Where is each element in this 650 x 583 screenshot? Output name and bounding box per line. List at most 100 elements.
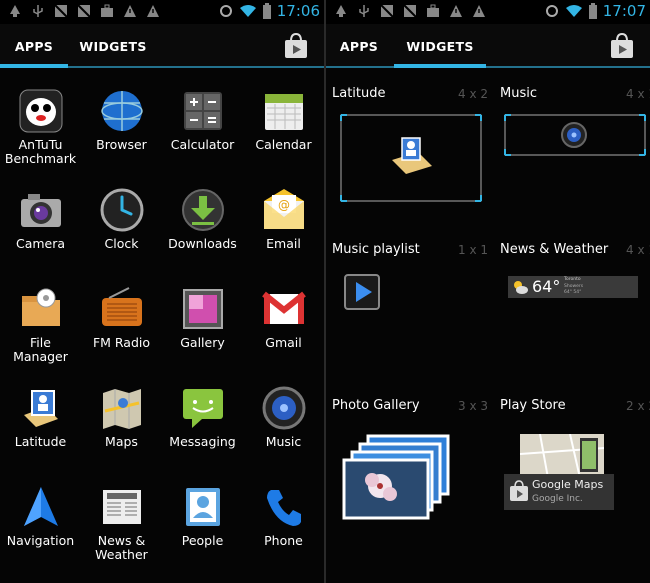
widget-photo-gallery[interactable]: Photo Gallery 3 x 3 [326,390,488,546]
widget-size: 4 x 1 [626,87,650,101]
music-widget-preview [504,114,646,156]
tab-widgets-label: WIDGETS [79,38,147,54]
widget-music-playlist[interactable]: Music playlist 1 x 1 [326,234,488,390]
calendar-icon [265,94,303,130]
app-gmail[interactable]: Gmail [243,276,324,375]
latitude-icon [24,390,58,427]
widget-name: Photo Gallery [332,398,420,413]
app-camera[interactable]: Camera [0,177,81,276]
status-right: 17:07 [545,2,646,20]
weather-widget-preview: 64° Toronto Showers 64° 54° [508,276,638,298]
tab-widgets[interactable]: WIDGETS [72,24,154,68]
app-latitude[interactable]: Latitude [0,375,81,474]
play-button-icon [344,274,380,310]
briefcase-icon [427,4,439,17]
gallery-icon [183,289,223,329]
wifi-icon [239,5,256,17]
app-label: Calendar [255,137,312,152]
play-store-bag-icon [510,480,528,501]
app-label: File Manager [13,335,68,364]
widget-size: 2 x 2 [626,399,650,413]
map-screenshot-preview [520,434,604,478]
app-maps[interactable]: Maps [81,375,162,474]
play-store-bag-icon[interactable] [608,32,636,60]
tab-apps-label: APPS [14,38,54,54]
image-notification-icon [77,4,91,18]
app-navigation[interactable]: Navigation [0,474,81,573]
app-gallery[interactable]: Gallery [162,276,243,375]
widget-name: Music [500,86,537,101]
radio-icon [102,287,142,326]
tab-apps-label: APPS [339,38,379,54]
app-calculator[interactable]: Calculator [162,78,243,177]
sync-icon [219,5,232,17]
notification-icons [8,4,160,18]
briefcase-icon [101,4,113,17]
widget-name: Play Store [500,398,566,413]
app-antutu-benchmark[interactable]: AnTuTu Benchmark [0,78,81,177]
widget-latitude[interactable]: Latitude 4 x 2 [326,78,488,234]
app-downloads[interactable]: Downloads [162,177,243,276]
clock-time: 17:07 [602,2,646,20]
clock-icon [100,188,144,232]
app-label: Latitude [14,434,67,449]
app-calendar[interactable]: Calendar [243,78,324,177]
tab-widgets[interactable]: WIDGETS [394,24,486,68]
app-label: Camera [15,236,66,251]
play-store-app-card: Google Maps Google Inc. [504,474,614,510]
tab-apps[interactable]: APPS [332,24,386,68]
tab-bar: APPS WIDGETS [326,24,650,68]
tab-underline [0,66,324,68]
tab-apps[interactable]: APPS [0,24,68,68]
app-file-manager[interactable]: File Manager [0,276,81,375]
app-messaging[interactable]: Messaging [162,375,243,474]
widget-play-store[interactable]: Play Store 2 x 2 Google Maps Google Inc. [494,390,650,546]
warning-icon [124,5,136,17]
widget-size: 1 x 1 [458,243,488,257]
image-notification-icon [380,4,394,18]
widget-music[interactable]: Music 4 x 1 [494,78,650,234]
app-clock[interactable]: Clock [81,177,162,276]
antutu-icon [19,89,63,133]
usb-icon [359,5,369,17]
warning-icon [450,5,462,17]
photo-stack-icon [342,434,450,520]
app-label: Downloads [168,236,237,251]
usb-icon [33,5,43,17]
svg-text:@: @ [278,198,290,212]
weather-city: Toronto [564,277,581,282]
app-phone[interactable]: Phone [243,474,324,573]
app-label: Clock [104,236,139,251]
app-label: AnTuTu Benchmark [4,137,77,166]
image-notification-icon [403,4,417,18]
app-fm-radio[interactable]: FM Radio [81,276,162,375]
weather-condition: Showers [564,284,584,289]
tab-underline [326,66,650,68]
newspaper-icon [103,490,141,524]
app-browser[interactable]: Browser [81,78,162,177]
app-news-weather[interactable]: News & Weather [81,474,162,573]
app-email[interactable]: @ Email [243,177,324,276]
status-bar: 17:06 [0,0,324,24]
folder-icon [22,288,60,326]
widget-news-weather[interactable]: News & Weather 4 x 1 64° Toronto Showers… [494,234,650,390]
play-store-bag-icon[interactable] [282,32,310,60]
app-label: Email [266,236,301,251]
widget-size: 4 x 2 [458,87,488,101]
widget-name: News & Weather [500,242,609,257]
app-music[interactable]: Music [243,375,324,474]
gmail-icon [262,291,306,324]
calculator-icon [184,92,222,130]
message-icon [183,389,223,428]
status-right: 17:06 [219,2,320,20]
app-label: Messaging [169,434,236,449]
app-label: News & Weather [95,533,148,562]
notification-icon [336,5,346,17]
app-label: Navigation [6,533,75,548]
clock-time: 17:06 [276,2,320,20]
app-title: Google Maps [532,478,604,491]
status-bar: 17:07 [326,0,650,24]
app-people[interactable]: People [162,474,243,573]
speaker-icon [262,386,306,430]
widgets-screen: 17:07 APPS WIDGETS Latitude 4 x 2 Music … [326,0,650,583]
